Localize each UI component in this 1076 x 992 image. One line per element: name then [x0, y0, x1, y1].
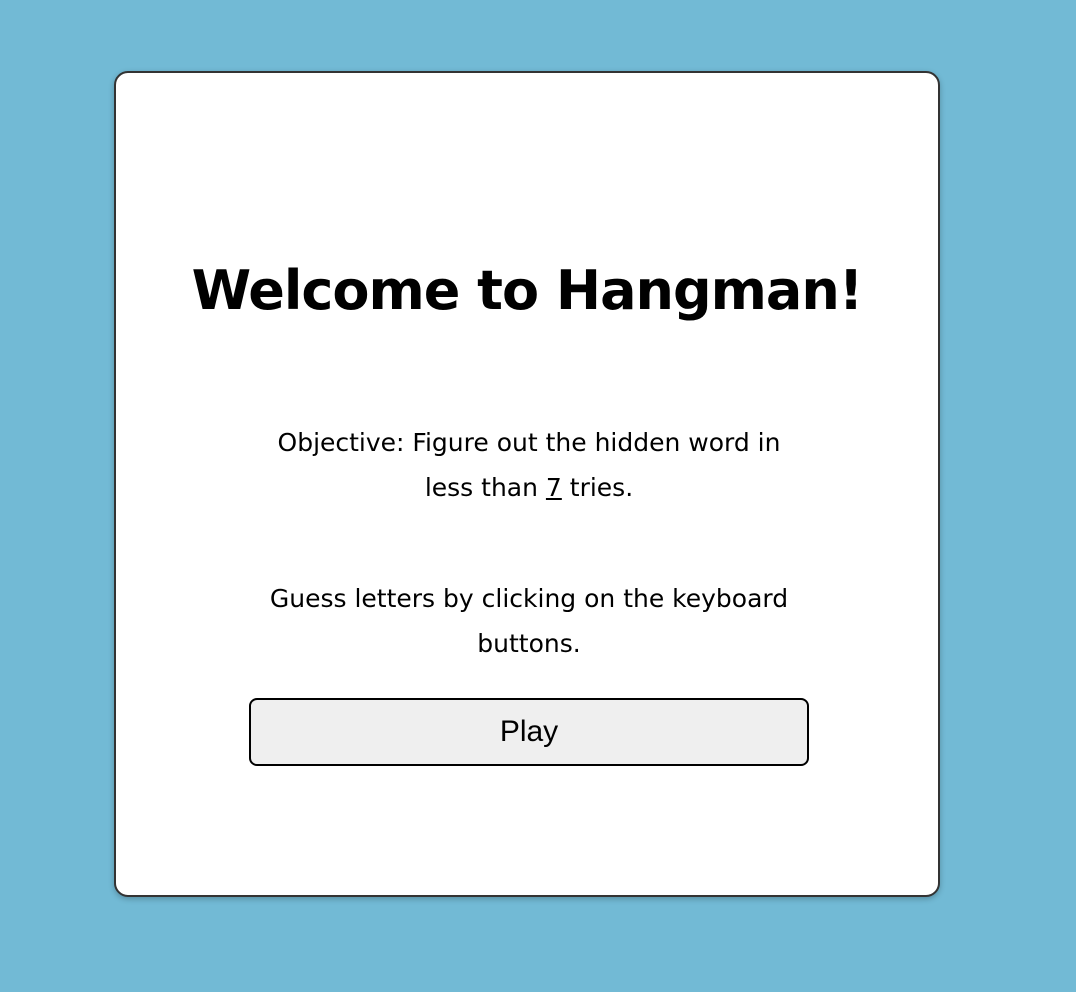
objective-prefix: Objective: Figure out the hidden word in…: [277, 428, 781, 502]
objective-text: Objective: Figure out the hidden word in…: [256, 420, 802, 510]
instructions-text: Guess letters by clicking on the keyboar…: [269, 584, 789, 658]
page-title: Welcome to Hangman!: [191, 259, 864, 322]
welcome-card: Welcome to Hangman! Objective: Figure ou…: [114, 71, 940, 897]
objective-suffix: tries.: [561, 473, 634, 502]
tries-count: 7: [545, 473, 562, 502]
play-button[interactable]: Play: [249, 698, 809, 766]
